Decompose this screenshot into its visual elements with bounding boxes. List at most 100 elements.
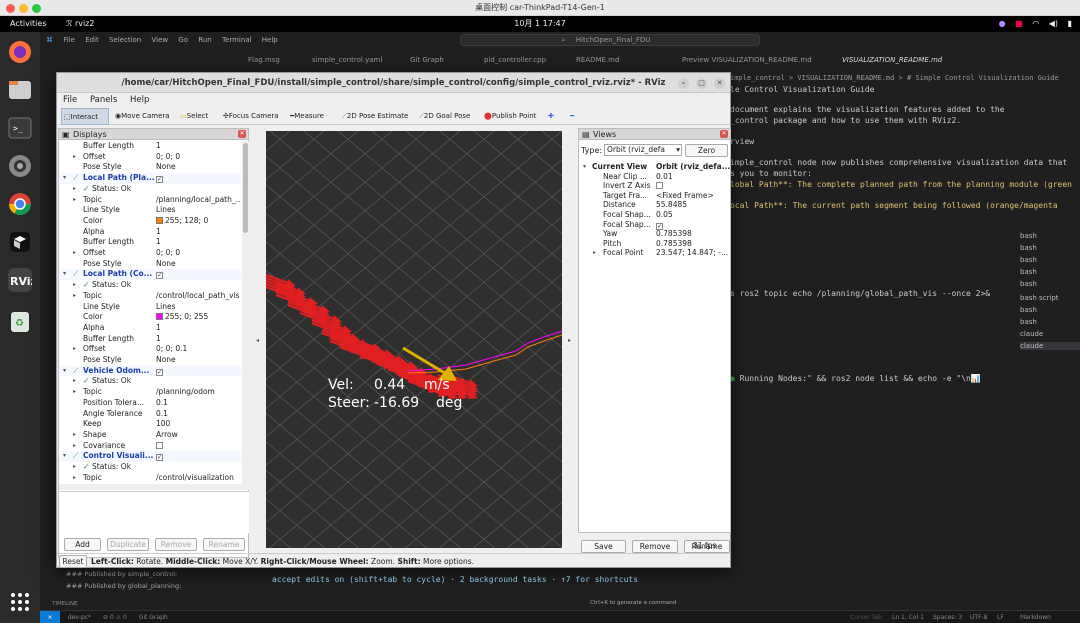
menu-terminal[interactable]: Terminal	[222, 36, 252, 44]
render-viewport[interactable]: Vel: 0.44 m/s Steer: -16.69 deg	[266, 131, 562, 548]
firefox-icon[interactable]	[8, 40, 32, 64]
view-property-row[interactable]: Yaw 0.785398	[579, 229, 730, 239]
tool-select[interactable]: ▭Select	[180, 108, 208, 125]
timeline-header[interactable]: TIMELINE	[52, 601, 77, 607]
display-property-row[interactable]: Pose Style None	[59, 355, 241, 366]
tool-2d-pose-estimate[interactable]: ⟋2D Pose Estimate	[342, 108, 408, 125]
menu-panels[interactable]: Panels	[90, 95, 117, 105]
line-ending[interactable]: LF	[997, 611, 1004, 623]
property-value[interactable]: /planning/local_path_...	[156, 195, 241, 206]
property-value[interactable]: ✓	[156, 269, 241, 280]
collapsed-arrow-icon[interactable]: ▸	[73, 462, 76, 473]
system-tray[interactable]: ● ■ ◠ ◀) ▮	[992, 16, 1072, 32]
collapsed-arrow-icon[interactable]: ▸	[73, 280, 76, 291]
left-splitter[interactable]: ◂	[250, 129, 264, 549]
mac-minimize-button[interactable]	[19, 4, 28, 13]
display-property-row[interactable]: Color 255; 0; 255	[59, 312, 241, 323]
collapsed-arrow-icon[interactable]: ▸	[73, 376, 76, 387]
tab-flag-msg[interactable]: Flag.msg	[248, 52, 280, 68]
encoding[interactable]: UTF-8	[970, 611, 988, 623]
display-property-row[interactable]: ▸ Offset 0; 0; 0.1	[59, 344, 241, 355]
property-value[interactable]: None	[156, 355, 241, 366]
clock[interactable]: 10月 1 17:47	[0, 16, 1080, 32]
command-search[interactable]: ⌕ HitchOpen_Final_FDU	[460, 34, 760, 46]
display-property-row[interactable]: ▸ Topic/control/visualization	[59, 473, 241, 484]
view-property-row[interactable]: Focal Shap... ✓	[579, 220, 730, 230]
problems-status[interactable]: ⊘ 0 ⚠ 0	[103, 614, 127, 621]
collapsed-arrow-icon[interactable]: ▸	[73, 441, 76, 452]
display-property-row[interactable]: Color 255; 128; 0	[59, 216, 241, 227]
display-property-row[interactable]: ▸ ✓ Status: Ok	[59, 462, 241, 473]
property-value[interactable]: 1	[156, 227, 241, 238]
menu-file[interactable]: File	[63, 36, 75, 44]
terminal-item[interactable]: bash	[1020, 256, 1037, 264]
property-value[interactable]: /planning/odom	[156, 387, 241, 398]
display-property-row[interactable]: ▸ Shape Arrow	[59, 430, 241, 441]
terminal-item[interactable]: bash	[1020, 232, 1037, 240]
menu-view[interactable]: View	[151, 36, 168, 44]
branch-status[interactable]: dev-pc*	[68, 614, 91, 621]
terminal-item[interactable]: bash	[1020, 268, 1037, 276]
view-property-value[interactable]: 0.05	[656, 210, 730, 220]
remove-display-button[interactable]: Remove	[155, 538, 197, 551]
maximize-button[interactable]: □	[696, 78, 707, 89]
property-value[interactable]: ✓	[156, 366, 241, 377]
tool-publish-point[interactable]: ⬤Publish Point	[484, 108, 536, 125]
tool-focus-camera[interactable]: ✣Focus Camera	[223, 108, 279, 125]
display-property-row[interactable]: ▸ Topic/planning/local_path_...	[59, 195, 241, 206]
display-property-row[interactable]: Buffer Length 1	[59, 334, 241, 345]
display-property-row[interactable]: Buffer Length 1	[59, 237, 241, 248]
display-property-row[interactable]: ▸ Offset 0; 0; 0	[59, 152, 241, 163]
view-property-value[interactable]: 23.547; 14.847; -...	[656, 248, 730, 258]
property-value[interactable]: 100	[156, 419, 241, 430]
expanded-arrow-icon[interactable]: ▾	[63, 269, 66, 280]
property-value[interactable]: ✓	[156, 173, 241, 184]
menu-help[interactable]: Help	[130, 95, 149, 105]
property-value[interactable]: 255; 0; 255	[156, 312, 241, 323]
tab-simple-control-yaml[interactable]: simple_control.yaml	[312, 52, 382, 68]
indicator-icon[interactable]: ●	[999, 16, 1006, 32]
property-value[interactable]: Lines	[156, 302, 241, 313]
displays-hscrollbar[interactable]	[59, 484, 249, 490]
displays-scrollbar[interactable]	[242, 141, 249, 484]
terminal-item-active[interactable]: claude	[1020, 342, 1080, 350]
terminal-item[interactable]: bash	[1020, 306, 1037, 314]
property-value[interactable]: None	[156, 162, 241, 173]
current-view-row[interactable]: ▾ Current View Orbit (rviz_defa...	[579, 162, 730, 172]
enable-checkbox[interactable]: ✓	[156, 368, 163, 376]
collapsed-arrow-icon[interactable]: ▸	[73, 248, 76, 259]
color-swatch[interactable]	[156, 313, 163, 321]
terminal-item[interactable]: claude	[1020, 330, 1043, 338]
tool-measure[interactable]: ━Measure	[290, 108, 324, 125]
app-indicator-icon[interactable]: ■	[1015, 16, 1023, 32]
property-value[interactable]: Arrow	[156, 430, 241, 441]
outline-item[interactable]: ### Published by simple_control:	[66, 570, 177, 578]
terminal-item[interactable]: bash	[1020, 318, 1037, 326]
property-value[interactable]: None	[156, 259, 241, 270]
remote-icon[interactable]: ⨯	[40, 611, 60, 623]
property-value[interactable]: /control/local_path_vis	[156, 291, 241, 302]
battery-icon[interactable]: ▮	[1068, 16, 1072, 32]
view-type-select[interactable]: Orbit (rviz_defa ▾	[604, 144, 682, 156]
menu-run[interactable]: Run	[198, 36, 211, 44]
terminal-item[interactable]: bash	[1020, 244, 1037, 252]
expanded-arrow-icon[interactable]: ▾	[63, 173, 66, 184]
property-value[interactable]: 1	[156, 334, 241, 345]
view-property-value[interactable]: 0.785398	[656, 239, 730, 249]
collapse-left-icon[interactable]: ◂	[256, 337, 259, 344]
close-views-icon[interactable]: ✕	[720, 130, 728, 138]
outline-item[interactable]: ### Published by global_planning:	[66, 582, 181, 590]
tab-visualization-readme[interactable]: VISUALIZATION_README.md	[842, 52, 942, 68]
right-splitter[interactable]: ▸	[564, 129, 577, 549]
display-property-row[interactable]: Position Tolera... 0.1	[59, 398, 241, 409]
display-property-row[interactable]: ▸ ✓ Status: Ok	[59, 280, 241, 291]
display-property-row[interactable]: ▸ Topic/control/local_path_vis	[59, 291, 241, 302]
remove-tool-icon[interactable]: ━	[570, 108, 574, 125]
settings-icon[interactable]	[8, 154, 32, 178]
collapsed-arrow-icon[interactable]: ▸	[73, 184, 76, 195]
menu-help[interactable]: Help	[262, 36, 278, 44]
property-value[interactable]: /control/visualization	[156, 473, 241, 484]
property-value[interactable]: ✓	[156, 451, 241, 462]
view-property-row[interactable]: Pitch 0.785398	[579, 239, 730, 249]
save-view-button[interactable]: Save	[581, 540, 626, 553]
